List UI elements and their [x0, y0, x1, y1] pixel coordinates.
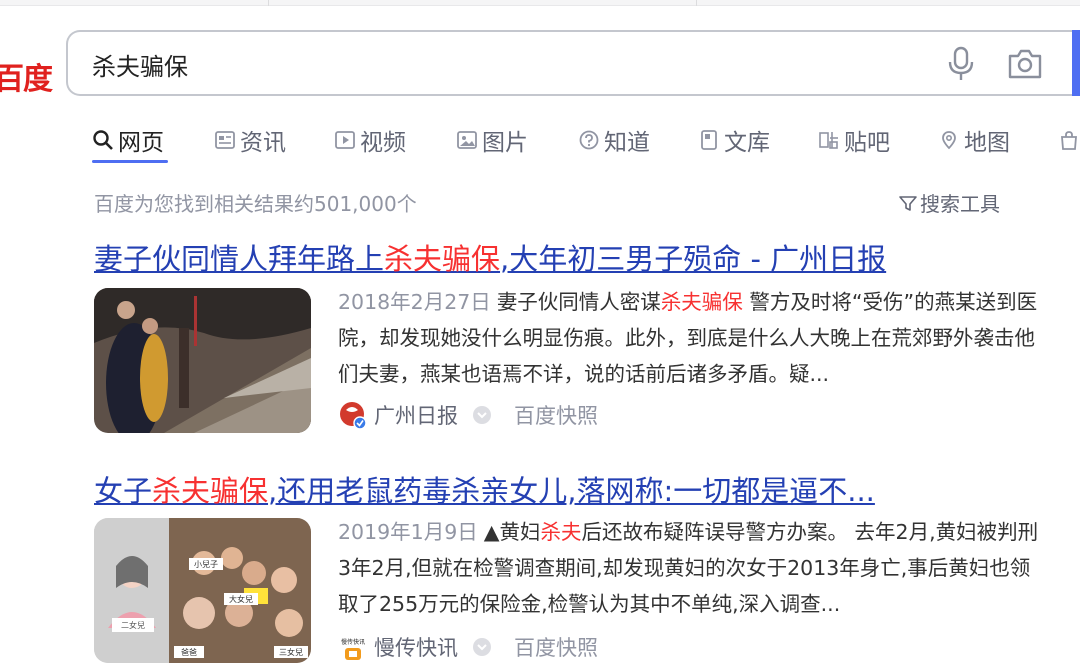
thumb-label: 二女兒 [121, 620, 145, 630]
tab-label: 地图 [964, 130, 1010, 156]
news-icon [215, 131, 235, 149]
search-tools-button[interactable]: 搜索工具 [898, 188, 1000, 217]
tab-label: 图片 [482, 130, 528, 156]
tab-label: 贴吧 [844, 130, 890, 156]
tab-label: 视频 [360, 130, 406, 156]
tieba-icon [819, 132, 838, 149]
tab-separator [268, 0, 269, 6]
chevron-down-icon[interactable] [472, 405, 492, 425]
result-thumbnail[interactable] [94, 288, 311, 433]
cache-link[interactable]: 百度快照 [514, 632, 598, 662]
search-button[interactable] [1072, 30, 1080, 96]
tab-label: 资讯 [240, 130, 286, 156]
guangzhou-daily-logo-icon [340, 402, 367, 430]
result-date: 2019年1月9日 [338, 520, 478, 544]
tab-zhidao[interactable]: 知道 [578, 118, 650, 162]
image-icon [457, 131, 477, 149]
browser-tab-strip [0, 0, 1080, 6]
map-icon [942, 131, 956, 150]
tab-label: 网页 [118, 130, 164, 156]
result-title-link[interactable]: 女子杀夫骗保,还用老鼠药毒杀亲女儿,落网称:一切都是逼不... [94, 468, 875, 510]
result-thumbnail[interactable]: 二女兒 小兒子 大女兒 爸爸 三女兒 [94, 518, 311, 663]
bag-icon [1061, 131, 1077, 150]
tab-video[interactable]: 视频 [334, 118, 406, 162]
active-tab-indicator [92, 160, 168, 163]
cache-link[interactable]: 百度快照 [514, 400, 598, 430]
mangchuan-logo-icon: 慢传快讯 [341, 638, 365, 660]
tab-label: 知道 [604, 130, 650, 156]
document-icon [701, 130, 717, 150]
result-snippet: 2018年2月27日 妻子伙同情人密谋杀夫骗保 警方及时将“受伤”的燕某送到医院，… [338, 290, 1038, 386]
result-source[interactable]: 广州日报 [374, 400, 458, 430]
thumb-label: 三女兒 [279, 647, 303, 657]
tab-news[interactable]: 资讯 [214, 118, 286, 162]
chevron-down-icon[interactable] [472, 637, 492, 657]
result-count: 百度为您找到相关结果约501,000个 [94, 192, 417, 216]
filter-icon [899, 195, 917, 211]
result-source-row: 慢传快讯 慢传快讯 百度快照 [338, 632, 598, 662]
search-result: 女子杀夫骗保,还用老鼠药毒杀亲女儿,落网称:一切都是逼不... 二女兒 小兒子 … [94, 468, 1074, 672]
tab-wenku[interactable]: 文库 [698, 118, 770, 162]
search-result: 妻子伙同情人拜年路上杀夫骗保,大年初三男子殒命 - 广州日报 2018年2月27… [94, 236, 1074, 436]
question-icon [579, 130, 599, 150]
thumb-label: 爸爸 [181, 647, 197, 657]
result-source[interactable]: 慢传快讯 [374, 632, 458, 662]
video-icon [335, 131, 355, 149]
result-snippet: 2019年1月9日 ▲黄妇杀夫后还故布疑阵误导警方办案。 去年2月,黄妇被判刑3年… [338, 520, 1039, 616]
microphone-icon[interactable] [946, 46, 976, 82]
tab-tieba[interactable]: 贴吧 [818, 118, 890, 162]
search-box [66, 30, 1080, 96]
thumb-label: 大女兒 [229, 594, 253, 604]
tab-images[interactable]: 图片 [456, 118, 528, 162]
camera-icon[interactable] [1006, 46, 1044, 82]
tab-separator [696, 0, 697, 6]
tab-map[interactable]: 地图 [938, 118, 1010, 162]
result-source-row: 广州日报 百度快照 [338, 400, 598, 430]
tab-web[interactable]: 网页 [92, 118, 164, 162]
tab-more[interactable] [1058, 118, 1080, 162]
search-input[interactable] [92, 44, 912, 84]
result-title-link[interactable]: 妻子伙同情人拜年路上杀夫骗保,大年初三男子殒命 - 广州日报 [94, 236, 886, 278]
result-date: 2018年2月27日 [338, 290, 491, 314]
thumb-label: 小兒子 [194, 559, 218, 569]
search-icon [93, 130, 113, 150]
baidu-logo[interactable]: 百度 [0, 54, 53, 98]
search-tools-label: 搜索工具 [920, 192, 1000, 216]
tab-label: 文库 [724, 130, 770, 156]
source-logo-text: 慢传快讯 [341, 638, 365, 646]
